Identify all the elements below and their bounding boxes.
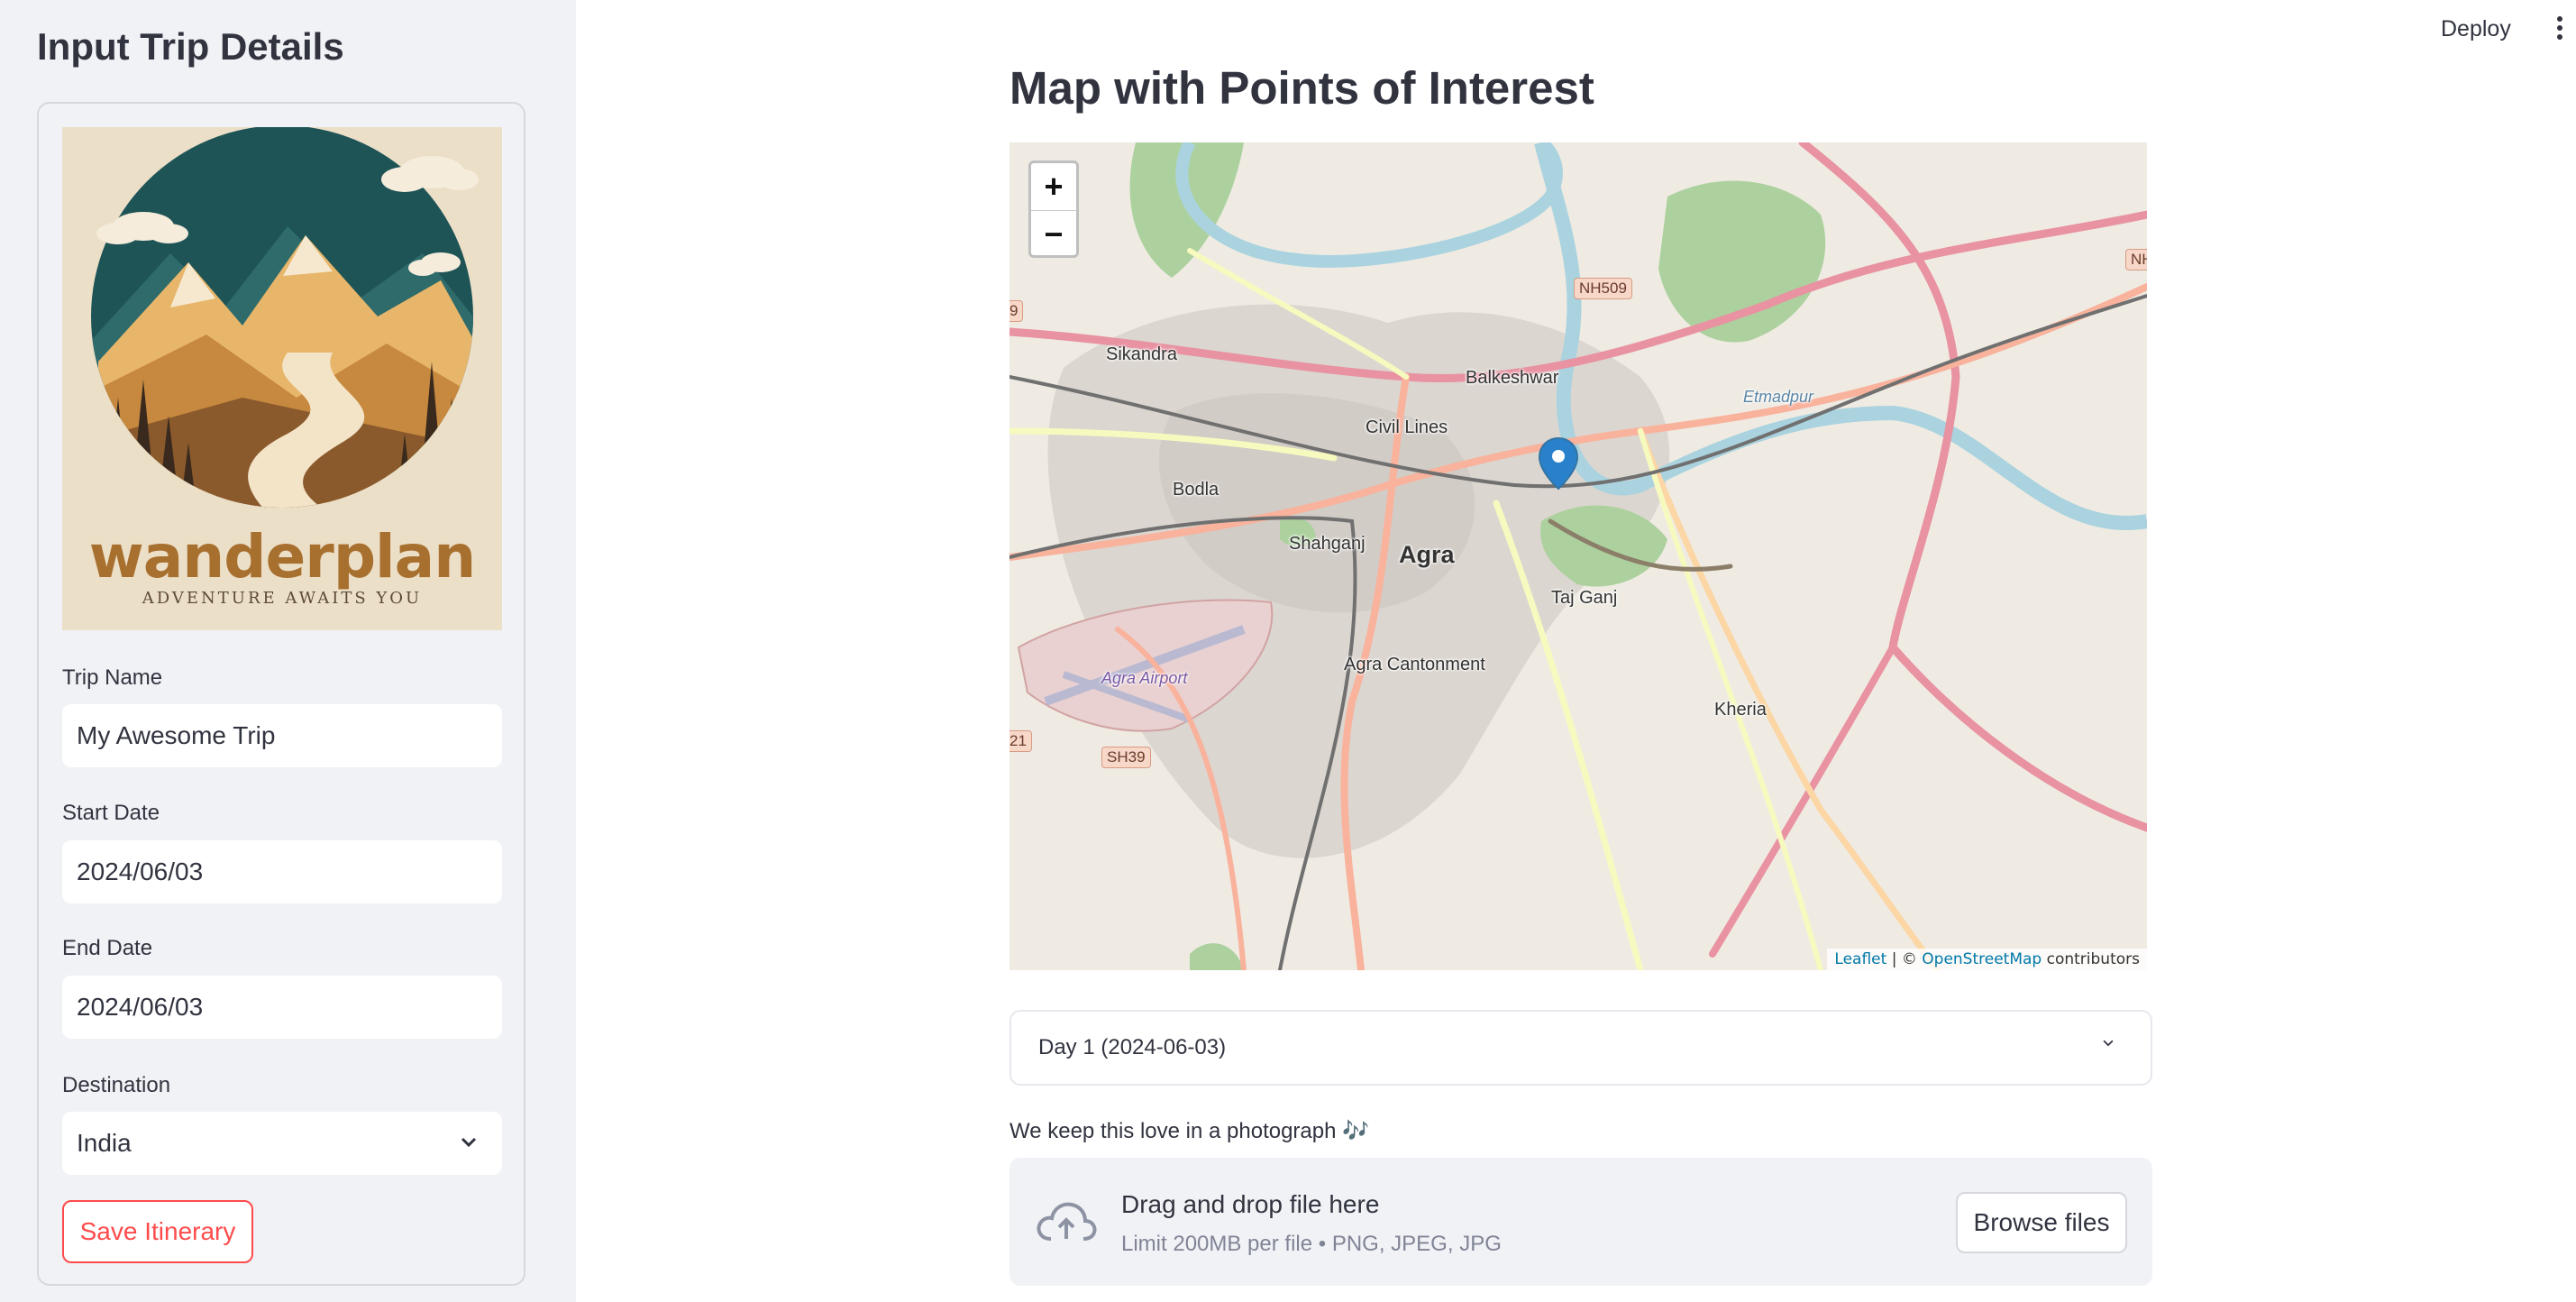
attribution-separator: | © <box>1886 950 1923 968</box>
destination-select[interactable]: India <box>62 1112 502 1175</box>
dropzone-limits: Limit 200MB per file • PNG, JPEG, JPG <box>1121 1232 1502 1256</box>
osm-link[interactable]: OpenStreetMap <box>1922 950 2042 968</box>
map-zoom-control: + − <box>1028 160 1079 258</box>
road-shield-nh-edge: NH <box>2125 249 2147 270</box>
end-date-input[interactable]: 2024/06/03 <box>62 976 502 1039</box>
browse-files-button[interactable]: Browse files <box>1956 1192 2127 1253</box>
trip-name-input[interactable]: My Awesome Trip <box>62 704 502 767</box>
map-label-balkeshwar: Balkeshwar <box>1466 368 1559 388</box>
map-label-taj-ganj: Taj Ganj <box>1551 588 1618 608</box>
end-date-label: End Date <box>62 936 153 960</box>
chevron-down-icon <box>2103 1040 2114 1047</box>
map-label-agra-cantonment: Agra Cantonment <box>1344 655 1485 674</box>
chevron-down-icon <box>461 1137 477 1148</box>
road-shield-sh39: SH39 <box>1101 747 1151 768</box>
trip-name-label: Trip Name <box>62 665 163 690</box>
map-label-shahganj: Shahganj <box>1289 534 1366 554</box>
zoom-in-button[interactable]: + <box>1031 163 1076 211</box>
map-label-civil-lines: Civil Lines <box>1366 417 1448 437</box>
deploy-button[interactable]: Deploy <box>2434 13 2518 46</box>
destination-value: India <box>77 1129 132 1157</box>
sidebar-title: Input Trip Details <box>37 25 344 68</box>
day-1-expander[interactable]: Day 1 (2024-06-03) <box>1009 1010 2152 1086</box>
map-label-etmadpur: Etmadpur <box>1743 388 1814 406</box>
sidebar: Input Trip Details wanderplan ADVENTURE … <box>0 0 576 1302</box>
map-label-agra: Agra <box>1399 541 1455 568</box>
attribution-contributors: contributors <box>2042 950 2140 968</box>
map-attribution: Leaflet | © OpenStreetMap contributors <box>1827 949 2147 970</box>
start-date-label: Start Date <box>62 801 160 825</box>
page-title: Map with Points of Interest <box>1009 62 1594 114</box>
map-view[interactable]: + − Sikandra Balkeshwar Civil Lines Bodl… <box>1009 142 2147 970</box>
logo-tagline: ADVENTURE AWAITS YOU <box>142 589 423 608</box>
map-label-sikandra: Sikandra <box>1106 344 1177 364</box>
destination-label: Destination <box>62 1073 171 1097</box>
file-dropzone[interactable]: Drag and drop file here Limit 200MB per … <box>1009 1158 2152 1286</box>
map-label-bodla: Bodla <box>1173 480 1219 500</box>
day-1-expander-label: Day 1 (2024-06-03) <box>1038 1035 1227 1059</box>
road-shield-left-bottom: 21 <box>1009 730 1032 752</box>
kebab-menu-icon[interactable] <box>2554 16 2565 43</box>
map-label-agra-airport: Agra Airport <box>1101 669 1188 687</box>
cloud-upload-icon <box>1037 1202 1097 1241</box>
start-date-input[interactable]: 2024/06/03 <box>62 840 502 903</box>
dropzone-title: Drag and drop file here <box>1121 1190 1380 1218</box>
uploader-label: We keep this love in a photograph 🎶 <box>1009 1119 1370 1143</box>
logo-wordmark: wanderplan <box>88 522 476 591</box>
map-tiles <box>1009 142 2147 970</box>
road-shield-nh509: NH509 <box>1574 278 1632 299</box>
leaflet-link[interactable]: Leaflet <box>1834 950 1886 968</box>
wanderplan-logo: wanderplan ADVENTURE AWAITS YOU <box>62 127 502 630</box>
road-shield-left-top: 9 <box>1009 300 1024 322</box>
map-label-kheria: Kheria <box>1714 700 1767 720</box>
save-itinerary-button[interactable]: Save Itinerary <box>62 1200 253 1263</box>
zoom-out-button[interactable]: − <box>1031 211 1076 258</box>
